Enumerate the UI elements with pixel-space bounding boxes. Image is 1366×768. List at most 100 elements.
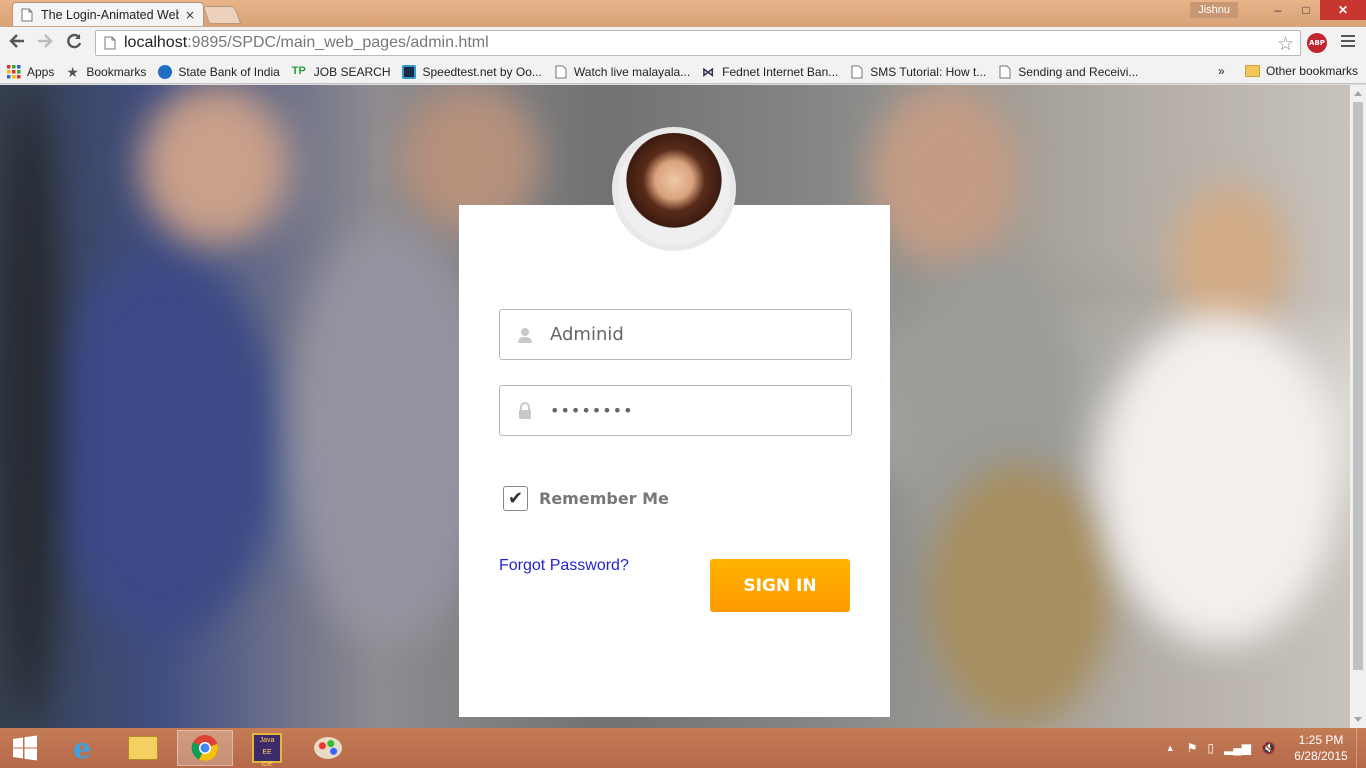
new-tab-button[interactable]	[202, 6, 242, 24]
bookmark-job-search[interactable]: TP JOB SEARCH	[292, 65, 391, 79]
browser-titlebar: The Login-Animated Web × Jishnu – □ ✕	[0, 0, 1366, 26]
page-icon	[555, 65, 567, 78]
java-ee-ide-icon: Java EE IDE	[252, 733, 282, 768]
sign-in-button[interactable]: SIGN IN	[710, 559, 850, 612]
bookmark-label: State Bank of India	[178, 64, 280, 79]
background-blur	[870, 85, 1020, 265]
background-blur	[140, 85, 290, 245]
network-adapter-icon[interactable]: ▯	[1207, 741, 1214, 755]
remember-me: ✔ Remember Me	[503, 486, 669, 511]
window-controls: – □ ✕	[1264, 0, 1366, 20]
start-button[interactable]	[0, 730, 50, 766]
bookmark-label: Speedtest.net by Oo...	[422, 64, 542, 79]
scroll-thumb[interactable]	[1353, 102, 1363, 670]
scroll-down-icon[interactable]	[1354, 717, 1362, 722]
background-blur	[1170, 185, 1290, 335]
bookmarks-overflow-button[interactable]: »	[1218, 64, 1225, 78]
other-bookmarks-label: Other bookmarks	[1265, 64, 1358, 78]
profile-name[interactable]: Jishnu	[1190, 2, 1238, 18]
show-desktop-button[interactable]	[1356, 728, 1366, 768]
chrome-icon	[191, 735, 218, 761]
username-input[interactable]	[550, 324, 830, 345]
adblock-plus-icon[interactable]: ABP	[1307, 33, 1327, 53]
remember-checkbox[interactable]: ✔	[503, 486, 528, 511]
bookmark-bookmarks[interactable]: ★ Bookmarks	[66, 65, 146, 79]
back-arrow-icon[interactable]	[6, 32, 28, 54]
show-hidden-icons-icon[interactable]: ▲	[1166, 743, 1175, 753]
background-blur	[40, 255, 280, 635]
bookmark-fednet[interactable]: ⋈ Fednet Internet Ban...	[702, 65, 838, 79]
bookmark-label: Watch live malayala...	[573, 64, 691, 79]
taskbar-explorer[interactable]	[115, 730, 171, 766]
sbi-icon	[158, 64, 173, 79]
page-icon	[21, 8, 33, 21]
fednet-icon: ⋈	[702, 64, 715, 79]
login-card: ✔ Remember Me Forgot Password? SIGN IN	[459, 127, 890, 717]
clock-date: 6/28/2015	[1294, 749, 1348, 763]
username-field[interactable]	[499, 309, 852, 360]
bookmark-star-icon[interactable]: ☆	[1277, 33, 1294, 55]
bookmark-sbi[interactable]: State Bank of India	[158, 64, 280, 79]
url-text: localhost:9895/SPDC/main_web_pages/admin…	[124, 34, 489, 51]
tab-close-icon[interactable]: ×	[185, 8, 195, 22]
bookmark-label: Bookmarks	[86, 64, 147, 79]
close-button[interactable]: ✕	[1320, 0, 1366, 20]
lock-icon	[500, 401, 550, 420]
action-center-flag-icon[interactable]: ⚑	[1187, 741, 1198, 755]
background-blur	[930, 465, 1110, 725]
taskbar-ie[interactable]: e	[54, 730, 110, 766]
bookmark-label: JOB SEARCH	[313, 64, 391, 79]
volume-muted-icon[interactable]: 🔇	[1261, 741, 1276, 755]
system-tray: ▲ ⚑ ▯ ▂▄▆ 🔇 1:25 PM 6/28/2015	[1166, 728, 1366, 768]
reload-icon[interactable]	[63, 32, 85, 54]
page-icon	[999, 65, 1011, 78]
bookmark-speedtest[interactable]: Speedtest.net by Oo...	[402, 64, 542, 79]
speedtest-icon	[402, 64, 417, 79]
taskbar-paint[interactable]	[300, 730, 356, 766]
taskbar-chrome[interactable]	[177, 730, 233, 766]
menu-icon[interactable]	[1341, 35, 1355, 50]
bookmarks-bar: Apps ★ Bookmarks State Bank of India TP …	[0, 60, 1366, 84]
bookmark-sms-tutorial[interactable]: SMS Tutorial: How t...	[850, 65, 986, 79]
clock-time: 1:25 PM	[1298, 733, 1344, 747]
signal-strength-icon[interactable]: ▂▄▆	[1224, 741, 1251, 755]
bookmark-label: Apps	[27, 64, 55, 79]
scroll-up-icon[interactable]	[1354, 91, 1362, 96]
bookmark-label: Fednet Internet Ban...	[722, 64, 839, 79]
tp-icon: TP	[291, 64, 306, 77]
taskbar-java-ee[interactable]: Java EE IDE	[239, 730, 295, 768]
system-clock[interactable]: 1:25 PM 6/28/2015	[1286, 732, 1356, 764]
avatar-frame	[612, 127, 736, 251]
other-bookmarks[interactable]: Other bookmarks	[1244, 64, 1358, 78]
remember-label[interactable]: Remember Me	[539, 489, 669, 508]
bookmark-label: Sending and Receivi...	[1018, 64, 1139, 79]
maximize-button[interactable]: □	[1292, 0, 1320, 20]
password-input[interactable]	[550, 401, 830, 420]
tab-title: The Login-Animated Web	[41, 7, 179, 22]
background-blur	[1100, 315, 1340, 645]
address-bar[interactable]: localhost:9895/SPDC/main_web_pages/admin…	[95, 30, 1301, 56]
page-icon	[104, 36, 116, 50]
windows-logo-icon	[13, 735, 37, 761]
bookmark-apps[interactable]: Apps	[7, 64, 55, 79]
file-explorer-icon	[128, 736, 158, 760]
folder-icon	[1244, 65, 1260, 77]
forward-arrow-icon[interactable]	[34, 32, 56, 54]
apps-grid-icon	[7, 64, 21, 78]
page-icon	[851, 65, 863, 78]
browser-tab[interactable]: The Login-Animated Web ×	[12, 2, 204, 26]
password-field[interactable]	[499, 385, 852, 436]
user-icon	[500, 327, 550, 343]
browser-toolbar: localhost:9895/SPDC/main_web_pages/admin…	[0, 26, 1366, 60]
background-blur	[0, 85, 60, 725]
forgot-password-link[interactable]: Forgot Password?	[499, 557, 629, 575]
bookmark-sending[interactable]: Sending and Receivi...	[998, 65, 1138, 79]
windows-taskbar: e Java EE IDE ▲ ⚑ ▯ ▂▄▆ 🔇 1:25 PM 6/28/20…	[0, 728, 1366, 768]
bookmark-watch-live[interactable]: Watch live malayala...	[554, 65, 690, 79]
paint-palette-icon	[314, 737, 342, 759]
internet-explorer-icon: e	[73, 731, 91, 765]
page-background: ✔ Remember Me Forgot Password? SIGN IN	[0, 85, 1350, 728]
page-scrollbar[interactable]	[1350, 85, 1366, 728]
minimize-button[interactable]: –	[1264, 0, 1292, 20]
bookmark-label: SMS Tutorial: How t...	[870, 64, 987, 79]
